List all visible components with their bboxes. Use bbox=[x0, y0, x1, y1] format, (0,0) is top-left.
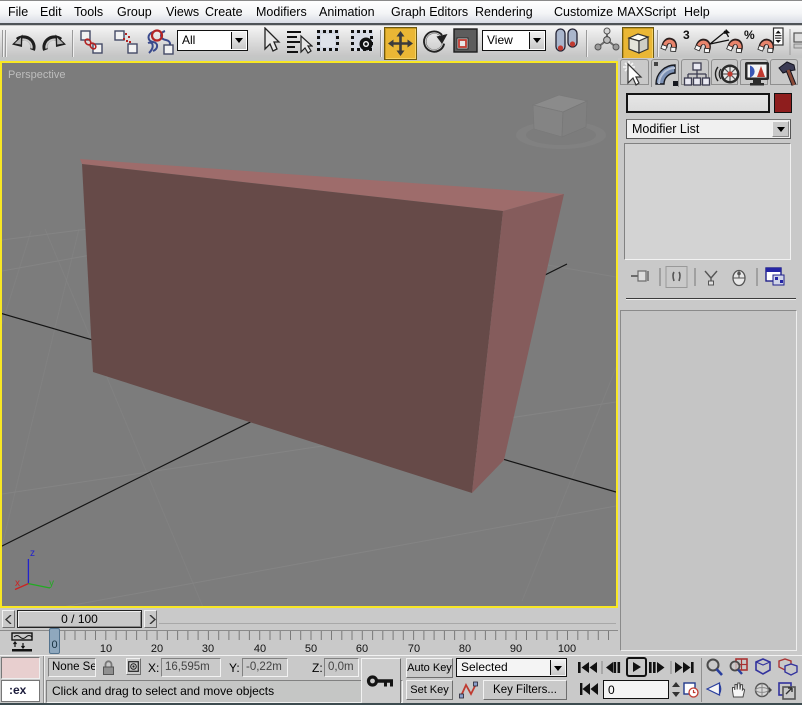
svg-text:50: 50 bbox=[305, 643, 317, 655]
svg-text:10: 10 bbox=[100, 643, 112, 655]
svg-text:Perspective: Perspective bbox=[8, 69, 65, 81]
svg-text:70: 70 bbox=[408, 643, 420, 655]
svg-text:30: 30 bbox=[202, 643, 214, 655]
svg-text:90: 90 bbox=[510, 643, 522, 655]
svg-text:x: x bbox=[15, 578, 20, 589]
svg-text:z: z bbox=[30, 548, 35, 559]
svg-text:20: 20 bbox=[151, 643, 163, 655]
svg-text:y: y bbox=[49, 578, 54, 589]
svg-text:3: 3 bbox=[683, 28, 690, 42]
svg-text:%: % bbox=[744, 28, 755, 42]
svg-text:100: 100 bbox=[558, 643, 576, 655]
svg-text:80: 80 bbox=[459, 643, 471, 655]
svg-text:60: 60 bbox=[356, 643, 368, 655]
svg-text:40: 40 bbox=[254, 643, 266, 655]
